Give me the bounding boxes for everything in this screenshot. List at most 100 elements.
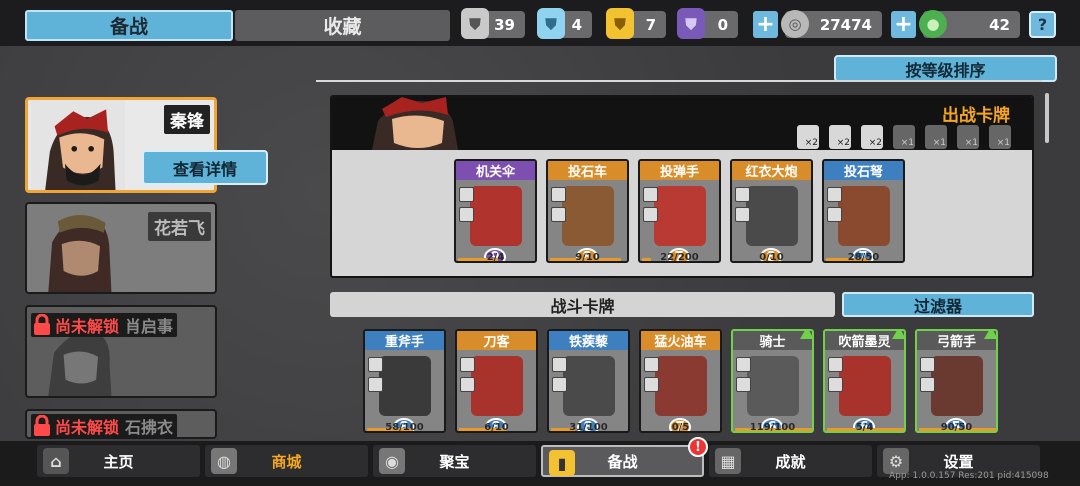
hero-card-locked[interactable]: 尚未解锁 肖启事 (25, 305, 217, 398)
resource-value: 42 (989, 15, 1010, 34)
skill-token: ×2 (861, 125, 883, 149)
unit-card[interactable]: 刀客 8 6/10 (455, 329, 538, 433)
skill-icon (735, 207, 750, 222)
nav-grid[interactable]: ▦ 成就 (709, 445, 872, 477)
unit-art (747, 356, 799, 416)
unit-card[interactable]: 红衣大炮 8 0/10 (730, 159, 813, 263)
deck-panel: 出战卡牌 ×2 ×2 ×2 ×1 ×1 ×1 ×1 机关伞 9 2/4 投石车 8 9/10 投弹手 7 2… (330, 95, 1034, 278)
card-count: 0/10 (759, 252, 784, 263)
help-button[interactable]: ? (1029, 11, 1056, 38)
skill-icon (552, 357, 567, 372)
hero-portrait-small (372, 97, 458, 150)
purple-shield-icon: ⛊ (677, 8, 705, 39)
hero-card-locked[interactable]: 尚未解锁 石拂衣 (25, 409, 217, 439)
resource-value: 27474 (819, 15, 872, 34)
deck-title: 出战卡牌 (942, 106, 1010, 126)
skill-icon (644, 377, 659, 392)
skill-icon (828, 357, 843, 372)
skill-icon (735, 187, 750, 202)
view-details-button[interactable]: 查看详情 (142, 150, 268, 185)
add-coin-button[interactable]: + (753, 11, 778, 38)
skill-icon (368, 377, 383, 392)
divider (316, 80, 1042, 82)
skill-icon (920, 377, 935, 392)
card-count: 58/100 (385, 422, 424, 433)
skill-icon (459, 207, 474, 222)
card-name: 猛火油车 (641, 331, 720, 350)
hero-portrait (29, 204, 125, 292)
add-gem-button[interactable]: + (891, 11, 916, 38)
filter-button[interactable]: 过滤器 (842, 292, 1034, 317)
card-name: 铁蒺藜 (549, 331, 628, 350)
nav-home[interactable]: ⌂ 主页 (37, 445, 200, 477)
card-count: 9/10 (575, 252, 600, 263)
sort-by-level-button[interactable]: 按等级排序 (834, 55, 1057, 82)
skill-icon (644, 357, 659, 372)
card-count: 2/4 (486, 252, 505, 263)
resource-gem: ● 42 (919, 10, 1020, 38)
skill-token: ×1 (893, 125, 915, 149)
unit-card[interactable]: 投石弩 7 28/50 (822, 159, 905, 263)
card-name: 投石车 (548, 161, 627, 180)
unit-card[interactable]: 机关伞 9 2/4 (454, 159, 537, 263)
card-name: 刀客 (457, 331, 536, 350)
hero-portrait (31, 100, 125, 190)
crystal-shield-icon: ⛊ (537, 8, 565, 39)
skill-icon (827, 207, 842, 222)
card-name: 投弹手 (640, 161, 719, 180)
nav-card[interactable]: ▮ 备战 (541, 445, 704, 477)
unit-art (562, 186, 614, 246)
hero-name: 石拂衣 (125, 418, 174, 437)
skill-icon (736, 357, 751, 372)
skill-token: ×2 (797, 125, 819, 149)
card-count: 119/100 (749, 422, 796, 433)
unit-card[interactable]: 铁蒺藜 8 31/100 (547, 329, 630, 433)
resource-value: 7 (645, 15, 656, 34)
unit-card[interactable]: 骑士 6 119/100 (731, 329, 814, 433)
resource-coin: ◎ 27474 (781, 10, 882, 38)
skill-icon (552, 377, 567, 392)
hero-name: 花若飞 (148, 212, 211, 241)
hero-card-huaruofei[interactable]: 花若飞 (25, 202, 217, 294)
unit-card[interactable]: 弓箭手 5 90/50 (915, 329, 998, 433)
skill-icon (368, 357, 383, 372)
nav-coins[interactable]: ◍ 商城 (205, 445, 368, 477)
lock-icon (34, 415, 50, 436)
unit-card[interactable]: 重斧手 8 58/100 (363, 329, 446, 433)
resource-crystal: ⛊ 4 (537, 8, 592, 39)
skill-icon (736, 377, 751, 392)
nav-label: 主页 (103, 452, 134, 471)
unit-card[interactable]: 猛火油车 7 0/5 (639, 329, 722, 433)
card-count: 0/5 (671, 422, 690, 433)
unit-art (655, 356, 707, 416)
card-name: 红衣大炮 (732, 161, 811, 180)
card-name: 机关伞 (456, 161, 535, 180)
tab-prepare[interactable]: 备战 (25, 10, 233, 41)
scrollbar[interactable] (1045, 93, 1049, 143)
home-icon: ⌂ (43, 448, 69, 474)
coin-icon: ◎ (781, 10, 809, 38)
unit-art (931, 356, 983, 416)
tab-collection[interactable]: 收藏 (235, 10, 450, 41)
unit-art (563, 356, 615, 416)
version-text: App: 1.0.0.157 Res:201 pid:415098 (889, 471, 1049, 481)
upgrade-arrow-icon (892, 331, 904, 339)
skill-icon (643, 207, 658, 222)
grid-icon: ▦ (715, 448, 741, 474)
upgrade-arrow-icon (984, 331, 996, 339)
skill-icon (459, 187, 474, 202)
skill-icon (643, 187, 658, 202)
eye-icon: ◉ (379, 448, 405, 474)
nav-eye[interactable]: ◉ 聚宝 (373, 445, 536, 477)
skill-token: ×1 (957, 125, 979, 149)
unit-art (654, 186, 706, 246)
unit-card[interactable]: 吹箭墨灵 6 5/4 (823, 329, 906, 433)
lock-icon (34, 314, 50, 335)
unit-card[interactable]: 投弹手 7 22/200 (638, 159, 721, 263)
nav-label: 聚宝 (439, 452, 470, 471)
unit-card[interactable]: 投石车 8 9/10 (546, 159, 629, 263)
resource-purple: ⛊ 0 (677, 8, 738, 39)
hero-name: 秦锋 (164, 105, 210, 134)
skill-token: ×2 (829, 125, 851, 149)
unit-art (470, 186, 522, 246)
